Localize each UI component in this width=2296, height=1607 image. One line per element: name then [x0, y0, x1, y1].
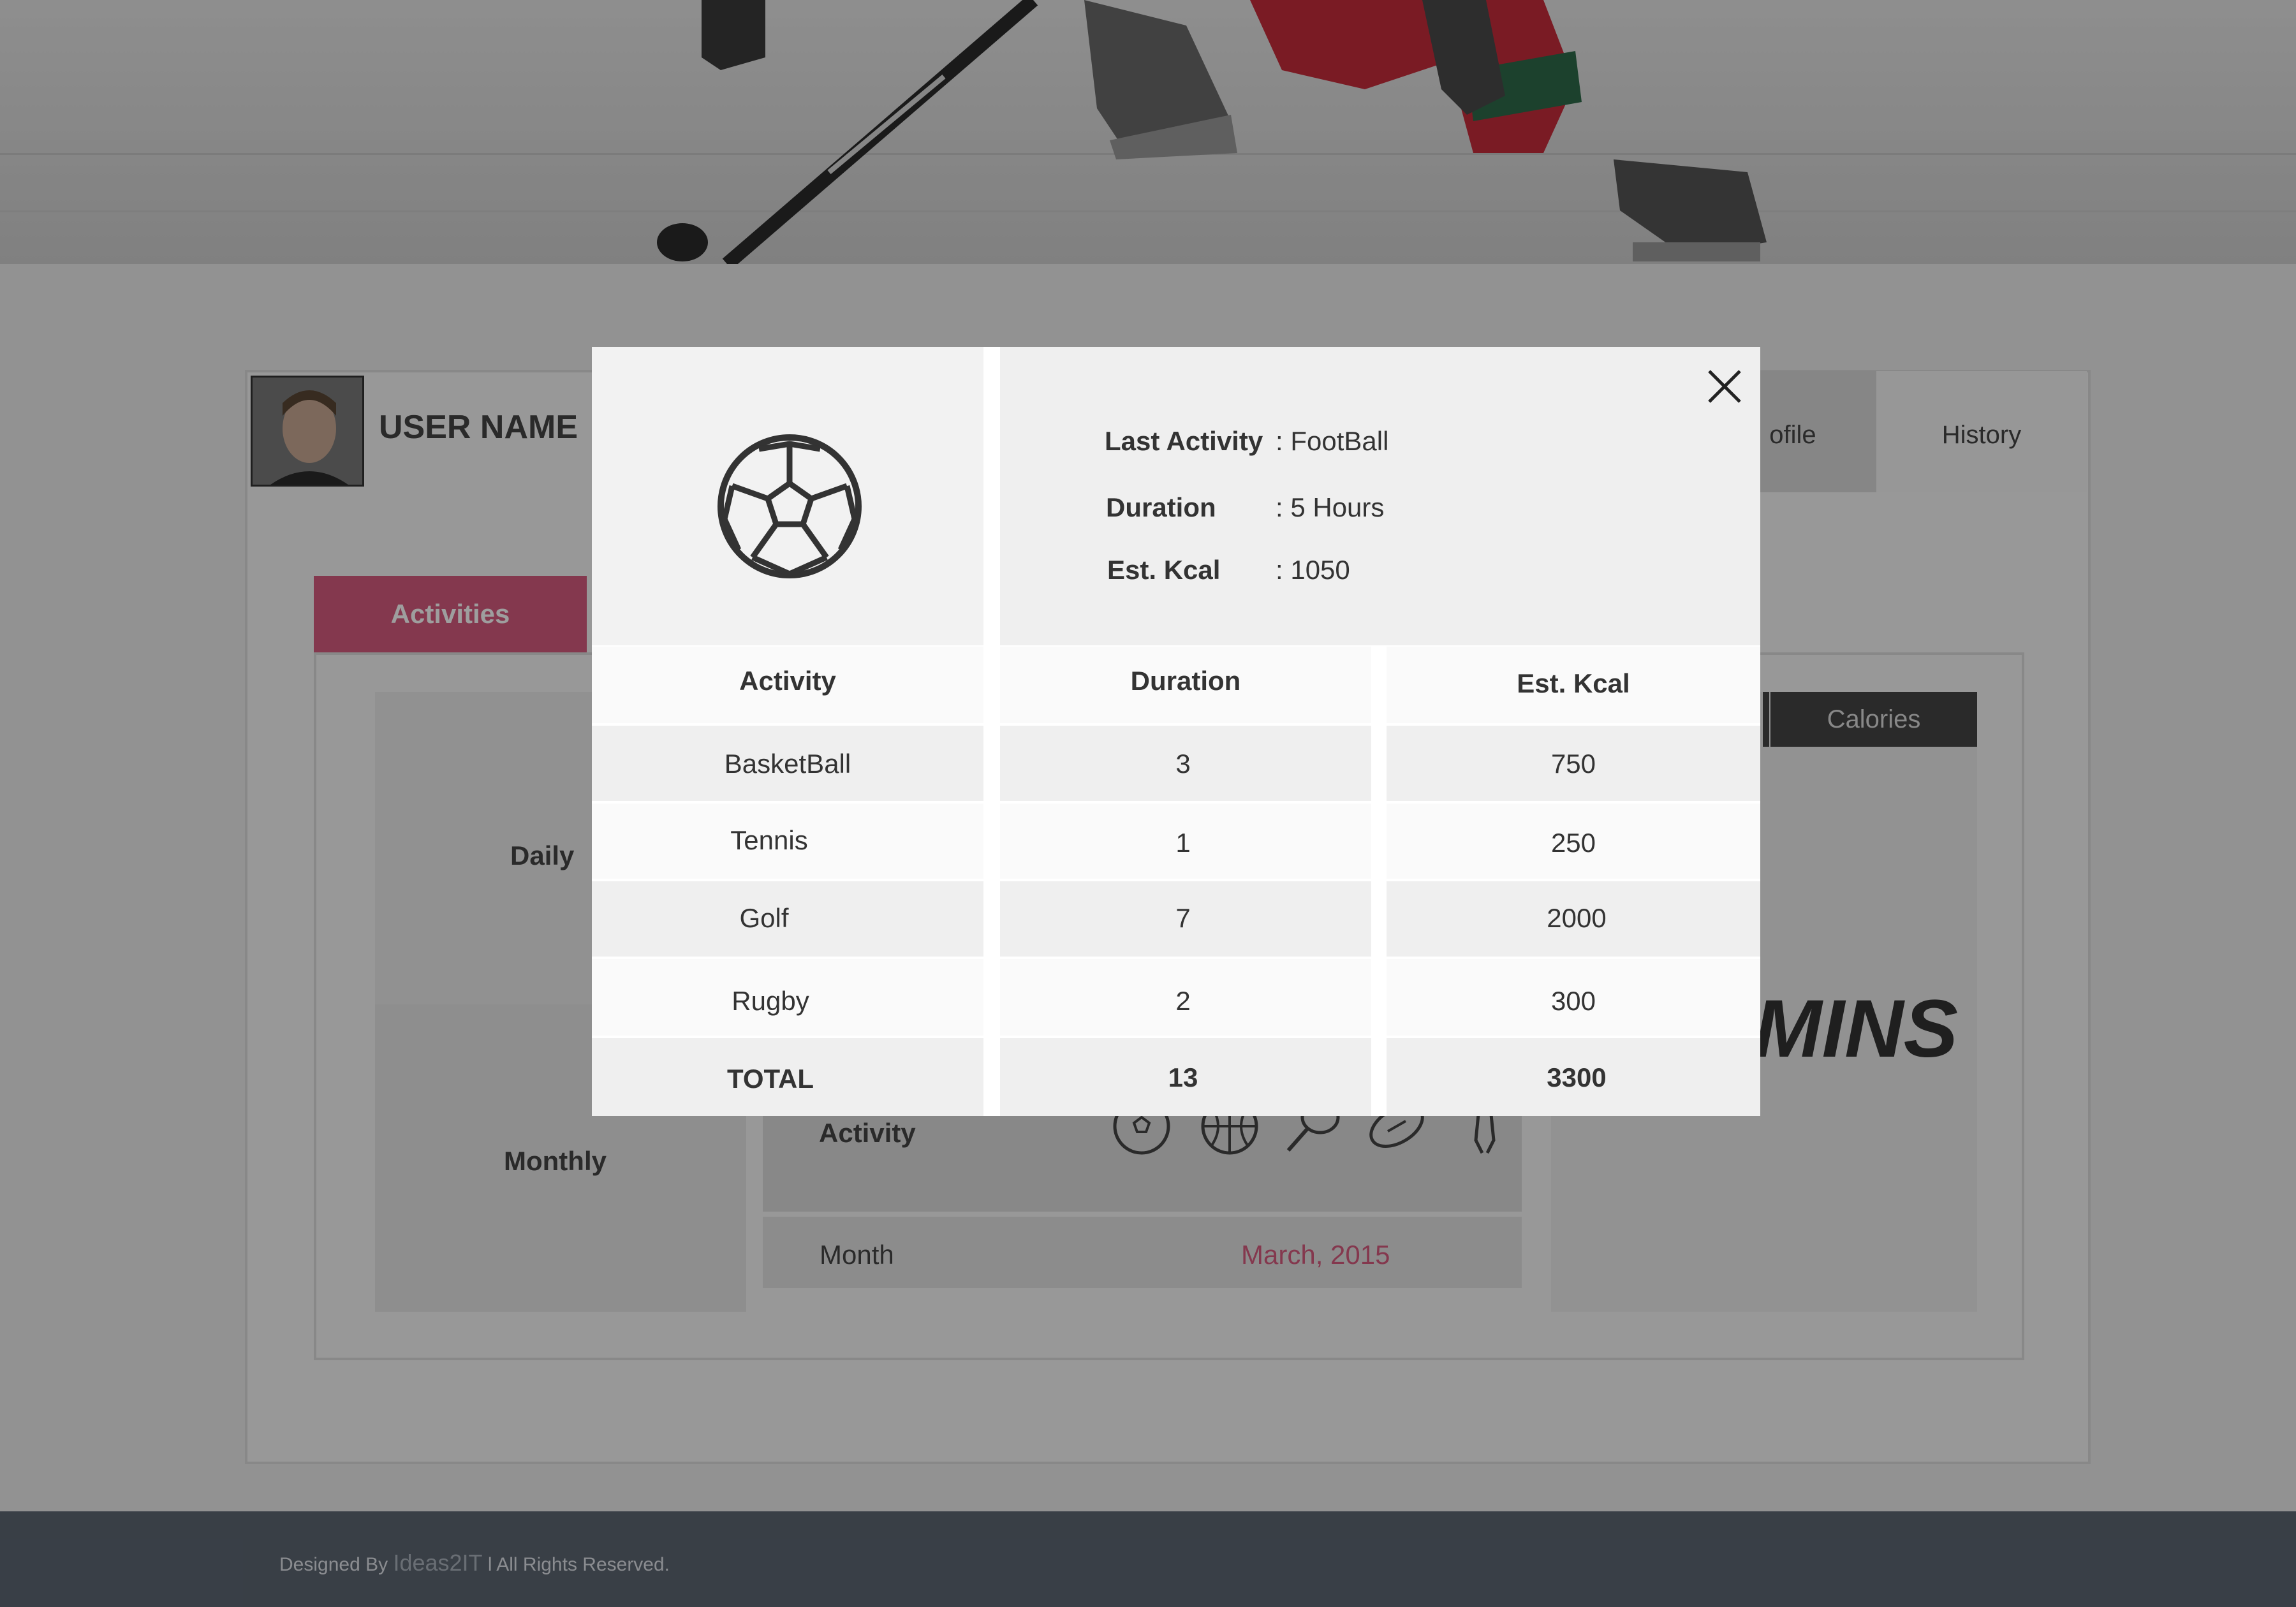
column-gap	[983, 347, 1000, 1116]
duration-label: Duration	[1106, 492, 1216, 522]
last-activity-value: : FootBall	[1276, 426, 1389, 456]
cell-kcal: 300	[1550, 986, 1596, 1016]
kcal-value: : 1050	[1276, 555, 1350, 585]
last-activity-label: Last Activity	[1105, 426, 1263, 456]
cell-activity: BasketBall	[724, 749, 851, 779]
total-duration: 13	[1168, 1062, 1198, 1092]
cell-duration: 1	[1175, 828, 1191, 858]
activity-modal: Last Activity : FootBall Duration : 5 Ho…	[592, 347, 1760, 1116]
cell-activity: Rugby	[732, 986, 809, 1016]
cell-kcal: 2000	[1547, 903, 1607, 933]
cell-activity: Tennis	[730, 825, 808, 855]
cell-kcal: 750	[1550, 749, 1596, 779]
header-kcal: Est. Kcal	[1517, 668, 1630, 698]
cell-activity: Golf	[739, 903, 789, 933]
header-activity: Activity	[739, 666, 836, 696]
cell-duration: 2	[1175, 986, 1191, 1016]
kcal-label: Est. Kcal	[1107, 555, 1221, 585]
column-gap	[1371, 645, 1387, 1116]
close-icon[interactable]	[1702, 363, 1748, 409]
cell-kcal: 250	[1550, 828, 1596, 858]
soccer-ball-icon	[718, 434, 862, 578]
total-kcal: 3300	[1547, 1062, 1607, 1092]
total-label: TOTAL	[726, 1064, 814, 1094]
cell-duration: 3	[1175, 749, 1191, 779]
header-duration: Duration	[1130, 666, 1241, 696]
duration-value: : 5 Hours	[1276, 492, 1385, 522]
cell-duration: 7	[1175, 903, 1191, 933]
